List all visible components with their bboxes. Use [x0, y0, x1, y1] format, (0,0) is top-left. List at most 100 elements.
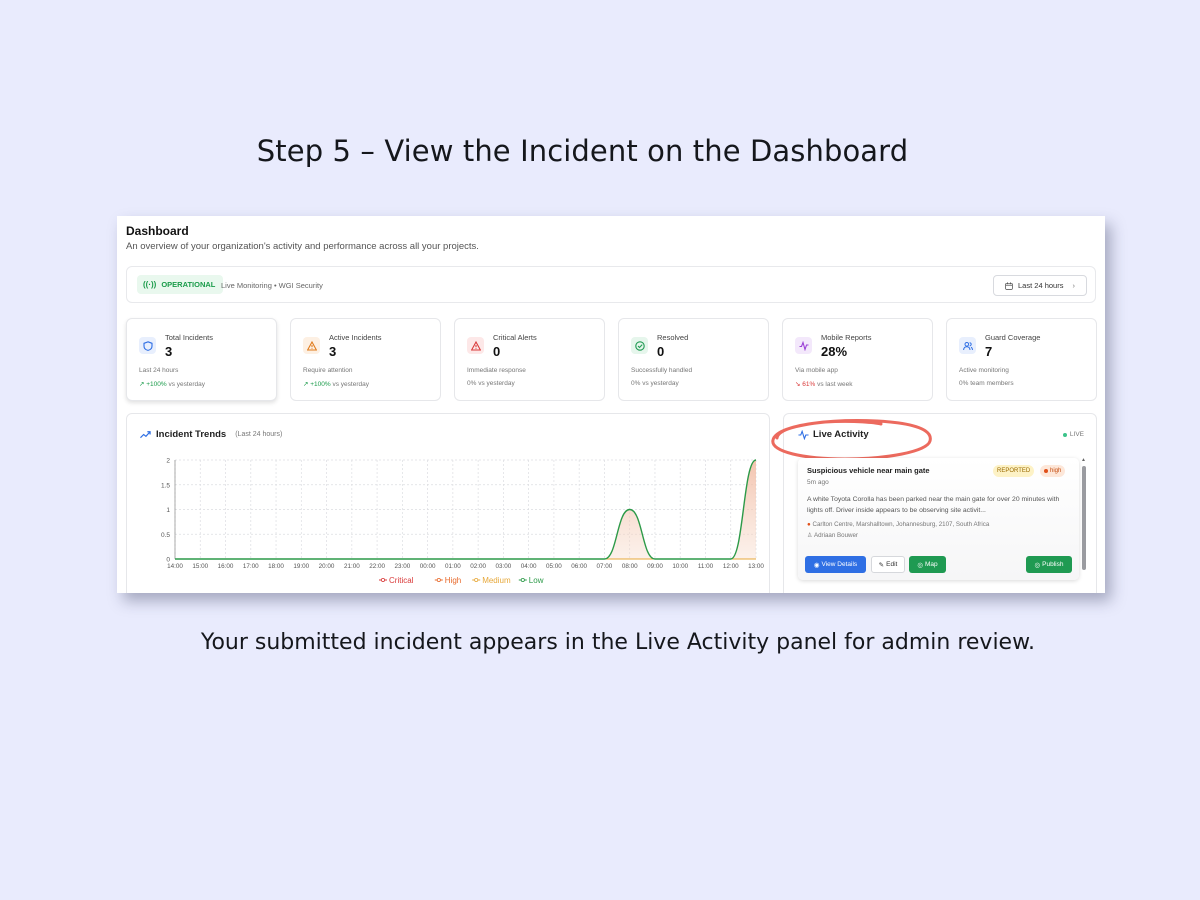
y-tick-label: 2 — [166, 458, 170, 465]
x-tick-label: 18:00 — [268, 563, 284, 570]
incident-reporter: ♙ Adriaan Bouwer — [807, 532, 858, 539]
incident-status-badge: REPORTED — [993, 465, 1035, 477]
stat-trend: ↗ +100% vs yesterday — [303, 380, 369, 388]
x-tick-label: 07:00 — [597, 563, 613, 570]
check-circle-icon — [634, 340, 645, 351]
live-label: LIVE — [1069, 431, 1084, 438]
legend-label: Low — [529, 576, 544, 585]
stat-trend-value: +100% — [310, 381, 331, 388]
dashboard-screenshot: Dashboard An overview of your organizati… — [117, 216, 1105, 593]
incident-title: Suspicious vehicle near main gate — [807, 466, 930, 475]
live-dot-icon — [1062, 432, 1067, 437]
x-tick-label: 21:00 — [344, 563, 360, 570]
legend-marker — [520, 577, 525, 582]
stat-trend: 0% team members — [959, 380, 1014, 387]
map-pin-icon: ◎ — [917, 561, 923, 569]
stat-label: Resolved — [657, 333, 689, 342]
x-tick-label: 17:00 — [243, 563, 259, 570]
stat-label: Critical Alerts — [493, 333, 537, 342]
publish-label: Publish — [1042, 561, 1064, 568]
edit-button[interactable]: ✎ Edit — [871, 556, 905, 573]
stat-note: Active monitoring — [959, 367, 1009, 374]
step-title: Step 5 – View the Incident on the Dashbo… — [256, 134, 909, 168]
view-details-button[interactable]: ◉ View Details — [805, 556, 866, 573]
y-tick-label: 1 — [166, 507, 170, 514]
stat-value: 0 — [657, 344, 665, 359]
x-tick-label: 06:00 — [571, 563, 587, 570]
stat-card-resolved[interactable]: Resolved 0 Successfully handled 0% vs yeste… — [618, 318, 769, 401]
page-title: Dashboard — [126, 224, 189, 238]
incident-time: 5m ago — [807, 479, 829, 486]
stat-trend-suffix: vs yesterday — [168, 381, 206, 388]
stat-note: Last 24 hours — [139, 367, 179, 374]
x-tick-label: 01:00 — [445, 563, 461, 570]
stat-icon-box — [139, 337, 156, 354]
stat-trend-value: 0% — [959, 380, 969, 387]
signal-icon: ((·)) — [143, 280, 157, 289]
users-icon — [962, 341, 973, 350]
x-tick-label: 22:00 — [369, 563, 385, 570]
incident-card[interactable]: Suspicious vehicle near main gate 5m ago… — [798, 458, 1079, 580]
stat-label: Active Incidents — [329, 333, 382, 342]
stat-value: 3 — [165, 344, 173, 359]
stat-trend-suffix: vs yesterday — [332, 381, 370, 388]
stat-note: Immediate response — [467, 367, 526, 374]
stat-trend-suffix: vs last week — [817, 381, 853, 388]
x-tick-label: 12:00 — [723, 563, 739, 570]
x-tick-label: 04:00 — [521, 563, 537, 570]
view-details-label: View Details — [821, 561, 858, 568]
stat-note: Successfully handled — [631, 367, 693, 374]
chevron-right-icon: › — [1072, 281, 1075, 290]
stat-trend-suffix: vs yesterday — [642, 380, 679, 387]
eye-icon: ◉ — [813, 561, 820, 569]
stat-card-critical-alerts[interactable]: Critical Alerts 0 Immediate response 0% vs … — [454, 318, 605, 401]
stat-label: Guard Coverage — [985, 333, 1041, 342]
incident-description: A white Toyota Corolla has been parked n… — [807, 496, 1060, 514]
scrollbar-thumb[interactable] — [1082, 466, 1086, 570]
x-tick-label: 11:00 — [698, 563, 714, 570]
x-tick-label: 13:00 — [748, 563, 764, 570]
x-tick-label: 08:00 — [622, 563, 638, 570]
stat-icon-box — [303, 337, 320, 354]
incident-trends-panel: Incident Trends (Last 24 hours) 0 0.5 1 1.5… — [126, 413, 770, 593]
incident-actions: ◉ View Details ✎ Edit ◎ Map ◎ Publish — [805, 556, 1073, 574]
incident-trends-chart: 00.511.5214:00 15:00 16:00 17:00 18:00 19:00 2… — [161, 458, 764, 586]
map-pin-icon: ● — [807, 521, 811, 528]
stat-note: Require attention — [303, 367, 353, 374]
legend-marker — [474, 577, 479, 582]
publish-button[interactable]: ◎ Publish — [1026, 556, 1072, 573]
stat-value: 28% — [821, 344, 848, 359]
live-activity-panel: Live Activity LIVE Suspicious vehicle ne… — [771, 413, 1097, 593]
activity-icon — [798, 429, 809, 440]
stat-value: 7 — [985, 344, 993, 359]
globe-icon: ◎ — [1034, 561, 1041, 569]
incident-severity-badge: high — [1040, 465, 1066, 477]
stat-trend: 0% vs yesterday — [631, 380, 679, 387]
incident-location-text: Carlton Centre, Marshalltown, Johannesbu… — [812, 521, 990, 528]
page-subtitle: An overview of your organization's activ… — [126, 241, 479, 252]
incident-reporter-text: Adriaan Bouwer — [813, 532, 858, 539]
legend-label: High — [445, 576, 461, 585]
scroll-up-arrow-icon[interactable]: ▲ — [1081, 457, 1086, 463]
stat-icon-box — [795, 337, 812, 354]
monitoring-label: Live Monitoring • WGI Security — [221, 281, 323, 290]
stat-trend-value: 61% — [802, 381, 816, 388]
stat-card-total-incidents[interactable]: Total Incidents 3 Last 24 hours ↗ +100% vs … — [126, 318, 277, 401]
x-tick-label: 10:00 — [672, 563, 688, 570]
stat-label: Mobile Reports — [821, 333, 872, 342]
map-button[interactable]: ◎ Map — [909, 556, 946, 573]
stat-card-guard-coverage[interactable]: Guard Coverage 7 Active monitoring 0% team … — [946, 318, 1097, 401]
stat-note: Via mobile app — [795, 367, 838, 374]
stat-card-active-incidents[interactable]: Active Incidents 3 Require attention ↗ +100… — [290, 318, 441, 401]
date-range-label: Last 24 hours — [1018, 281, 1064, 290]
alert-triangle-icon — [470, 340, 481, 351]
severity-label: high — [1050, 468, 1062, 474]
live-indicator: LIVE — [1062, 431, 1084, 438]
date-range-button[interactable]: Last 24 hours › — [993, 275, 1087, 296]
edit-label: Edit — [886, 561, 898, 568]
stat-trend-suffix: vs yesterday — [478, 380, 515, 387]
x-tick-label: 02:00 — [470, 563, 486, 570]
stat-card-mobile-reports[interactable]: Mobile Reports 28% Via mobile app ↘ 61% vs … — [782, 318, 933, 401]
stat-value: 3 — [329, 344, 337, 359]
user-icon: ♙ — [807, 532, 813, 539]
